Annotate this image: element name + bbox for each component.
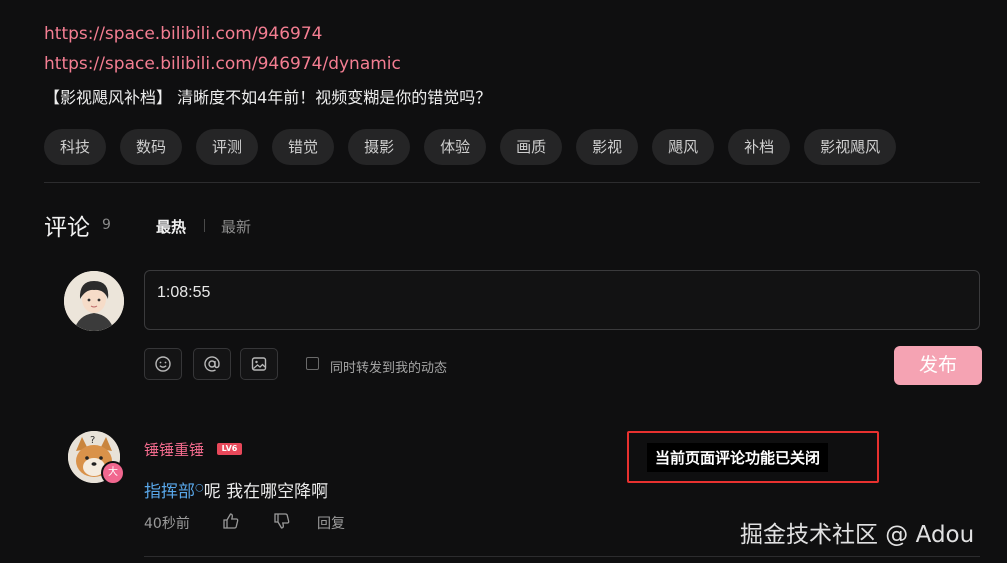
comment-body: 呢 我在哪空降啊 bbox=[203, 482, 329, 502]
section-divider bbox=[44, 182, 980, 183]
forward-checkbox[interactable] bbox=[306, 357, 319, 370]
dislike-icon[interactable] bbox=[272, 511, 292, 531]
emoji-icon bbox=[155, 356, 171, 372]
comment-time: 40秒前 bbox=[144, 516, 190, 532]
emoji-button[interactable] bbox=[144, 348, 182, 380]
tag-item[interactable]: 数码 bbox=[120, 129, 183, 165]
level-badge: LV6 bbox=[217, 443, 242, 455]
comment-input[interactable]: 1:08:55 bbox=[144, 270, 980, 330]
publish-button[interactable]: 发布 bbox=[894, 346, 982, 385]
tag-item[interactable]: 科技 bbox=[44, 129, 107, 165]
sort-hot-tab[interactable]: 最热 bbox=[156, 216, 186, 237]
commenter-name[interactable]: 锤锤重锤 bbox=[144, 439, 204, 460]
tag-item[interactable]: 飓风 bbox=[652, 129, 715, 165]
vip-badge: 大 bbox=[101, 461, 125, 485]
tag-item[interactable]: 错觉 bbox=[272, 129, 335, 165]
tag-item[interactable]: 影视飓风 bbox=[804, 129, 897, 165]
tag-item[interactable]: 摄影 bbox=[348, 129, 411, 165]
mention-link[interactable]: 指挥部 bbox=[144, 482, 195, 502]
reply-button[interactable]: 回复 bbox=[317, 513, 345, 533]
video-title: 【影视飓风补档】 清晰度不如4年前！视频变糊是你的错觉吗？ bbox=[44, 88, 492, 107]
forward-label: 同时转发到我的动态 bbox=[330, 361, 448, 376]
tag-item[interactable]: 影视 bbox=[576, 129, 639, 165]
tag-item[interactable]: 评测 bbox=[196, 129, 259, 165]
comments-closed-notice: 当前页面评论功能已关闭 bbox=[647, 443, 829, 472]
current-user-avatar bbox=[64, 271, 124, 331]
tag-item[interactable]: 画质 bbox=[500, 129, 563, 165]
watermark: 掘金技术社区 @ Adou bbox=[740, 522, 975, 548]
tag-item[interactable]: 补档 bbox=[728, 129, 791, 165]
tag-item[interactable]: 体验 bbox=[424, 129, 487, 165]
mention-button[interactable] bbox=[193, 348, 231, 380]
space-link[interactable]: https://space.bilibili.com/946974 bbox=[44, 24, 322, 44]
sort-new-tab[interactable]: 最新 bbox=[221, 216, 251, 237]
like-icon[interactable] bbox=[221, 511, 241, 531]
dynamic-link[interactable]: https://space.bilibili.com/946974/dynami… bbox=[44, 54, 401, 74]
search-icon: ○ bbox=[195, 482, 204, 494]
tag-list: 科技 数码 评测 错觉 摄影 体验 画质 影视 飓风 补档 影视飓风 bbox=[44, 129, 897, 165]
comment-text: 指挥部○呢 我在哪空降啊 bbox=[144, 477, 328, 502]
comments-title: 评论 bbox=[44, 215, 90, 241]
comments-count: 9 bbox=[102, 217, 111, 233]
sort-separator bbox=[204, 219, 205, 232]
comment-divider bbox=[144, 556, 980, 557]
svg-text:?: ? bbox=[90, 435, 95, 446]
image-icon bbox=[251, 357, 267, 371]
at-icon bbox=[204, 356, 220, 372]
image-button[interactable] bbox=[240, 348, 278, 380]
